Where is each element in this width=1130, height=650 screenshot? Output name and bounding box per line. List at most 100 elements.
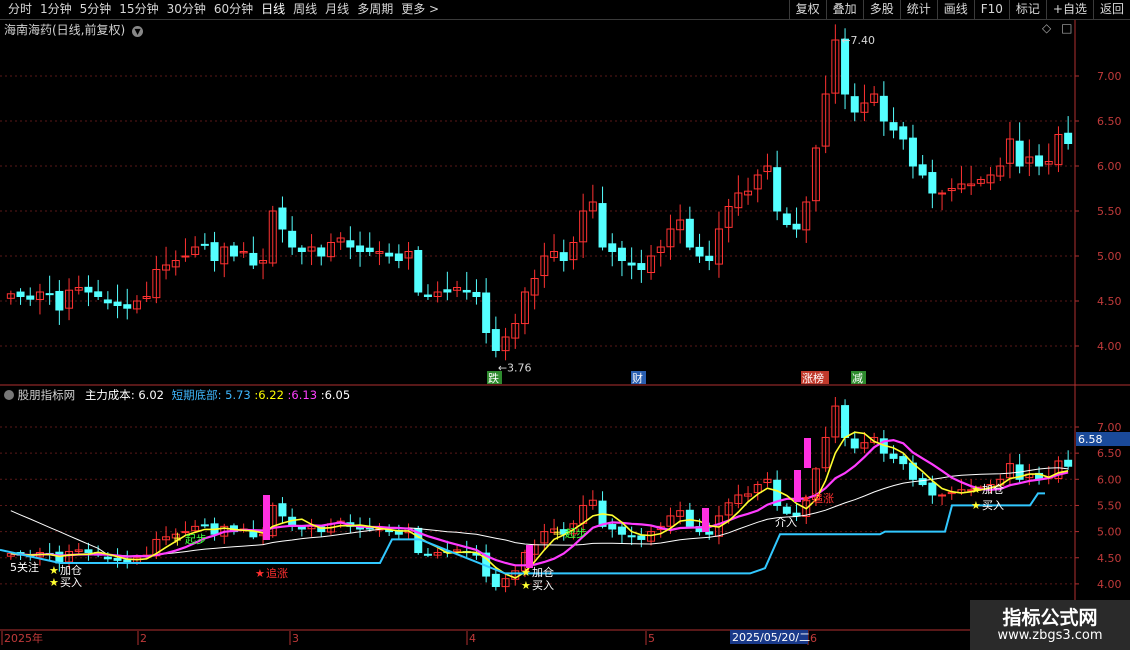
ind-candle-10	[103, 556, 112, 560]
candlestick-chart[interactable]: 7.006.506.005.505.004.504.007.006.506.00…	[0, 0, 1130, 650]
signal-label-10: 加仓	[982, 482, 1004, 496]
main-candle-2	[26, 295, 35, 300]
time-label-3: 4	[469, 632, 476, 645]
time-label-2: 3	[292, 632, 299, 645]
signal-star-9: ★	[801, 492, 811, 505]
watermark-url: www.zbgs3.com	[997, 628, 1103, 643]
value-magenta: 6.13	[291, 388, 318, 402]
ind-candle-94	[918, 478, 927, 486]
ind-candle-30	[297, 526, 306, 530]
value-yellow: 6.22	[258, 388, 284, 402]
ind-candle-91	[889, 453, 898, 459]
signal-label-1: 加仓	[60, 563, 82, 577]
ind-candle-86	[841, 405, 850, 438]
signal-label-2: 买入	[60, 576, 82, 589]
main-candle-95	[928, 172, 937, 194]
signal-bar-0	[263, 495, 270, 540]
ind-candle-50	[491, 573, 500, 588]
price-label-ind-5: 4.50	[1097, 552, 1122, 565]
ind-candle-8	[84, 549, 93, 554]
time-label-0: 2025年	[4, 631, 43, 645]
main-candle-18	[181, 255, 190, 258]
main-candle-42	[414, 249, 423, 293]
low-price-marker: ←3.76	[498, 362, 532, 375]
main-candle-43	[423, 294, 432, 297]
signal-star-6: ★	[521, 579, 531, 592]
watermark: 指标公式网 www.zbgs3.com	[970, 600, 1130, 650]
signal-bar-2	[702, 508, 709, 532]
main-candle-92	[899, 126, 908, 140]
main-candle-23	[229, 245, 238, 257]
main-candle-28	[278, 207, 287, 230]
cost-label: 主力成本	[84, 388, 131, 402]
ind-candle-64	[627, 535, 636, 538]
cost-value: 6.02	[138, 388, 164, 402]
ind-candle-43	[423, 553, 432, 556]
indicator-name: 股朋指标网	[17, 388, 76, 402]
signal-label-9: 追涨	[812, 491, 834, 505]
main-candle-61	[598, 203, 607, 248]
main-candle-5	[55, 290, 64, 311]
main-candle-50	[491, 329, 500, 351]
signal-label-4: 追涨	[266, 566, 288, 580]
main-candle-79	[773, 167, 782, 212]
line-yellow	[10, 431, 1069, 579]
main-candle-80	[782, 213, 791, 225]
main-candle-40	[394, 253, 403, 261]
main-candle-4	[45, 293, 54, 296]
time-label-5: 6	[810, 632, 817, 645]
price-label-main-3: 5.50	[1097, 205, 1122, 218]
signal-star-5: ★	[521, 566, 531, 579]
ind-candle-96	[938, 494, 947, 497]
main-candle-90	[879, 95, 888, 122]
bottom-label: 短期底部	[171, 388, 218, 402]
main-candle-106	[1035, 155, 1044, 167]
price-label-main-1: 6.50	[1097, 115, 1122, 128]
signal-star-3: ╪	[173, 532, 181, 546]
bottom-value: 5.73	[225, 388, 251, 402]
ind-candle-92	[899, 456, 908, 465]
ind-candle-87	[850, 438, 859, 449]
main-candle-86	[841, 38, 850, 95]
price-label-ind-3: 5.50	[1097, 499, 1122, 512]
main-candle-72	[705, 255, 714, 262]
line-white	[10, 467, 1069, 557]
signal-star-7: ╪	[553, 526, 561, 540]
main-candle-8	[84, 286, 93, 293]
value-white: 6.05	[324, 388, 351, 402]
signal-label-6: 买入	[532, 579, 554, 592]
main-candle-87	[850, 96, 859, 113]
ind-candle-63	[617, 526, 626, 535]
ind-candle-11	[113, 557, 122, 561]
price-label-ind-2: 6.00	[1097, 473, 1122, 486]
main-candle-65	[637, 263, 646, 271]
ind-candle-28	[278, 503, 287, 517]
main-candle-9	[94, 291, 103, 297]
ind-candle-72	[705, 531, 714, 535]
ind-candle-20	[200, 524, 209, 527]
main-candle-30	[297, 247, 306, 252]
main-candle-48	[472, 291, 481, 297]
event-tag-1: 财	[632, 371, 643, 385]
main-candle-25	[249, 252, 258, 266]
main-candle-71	[695, 246, 704, 257]
main-candle-81	[792, 223, 801, 230]
main-candle-62	[608, 243, 617, 252]
signal-star-11: ★	[971, 499, 981, 512]
main-candle-94	[918, 164, 927, 176]
main-candle-57	[559, 252, 568, 262]
main-candle-64	[627, 262, 636, 266]
event-tag-3: 减	[852, 372, 863, 385]
ind-candle-95	[928, 482, 937, 496]
price-label-main-6: 4.00	[1097, 340, 1122, 353]
signal-star-2: ★	[49, 576, 59, 589]
main-candle-12	[123, 304, 132, 309]
main-candle-10	[103, 299, 112, 304]
price-label-ind-1: 6.50	[1097, 447, 1122, 460]
high-price-marker: ←7.40	[841, 34, 875, 47]
main-candle-36	[356, 245, 365, 252]
circle-icon[interactable]	[4, 390, 14, 400]
ind-candle-65	[637, 535, 646, 540]
price-label-main-5: 4.50	[1097, 295, 1122, 308]
main-candle-32	[317, 247, 326, 257]
